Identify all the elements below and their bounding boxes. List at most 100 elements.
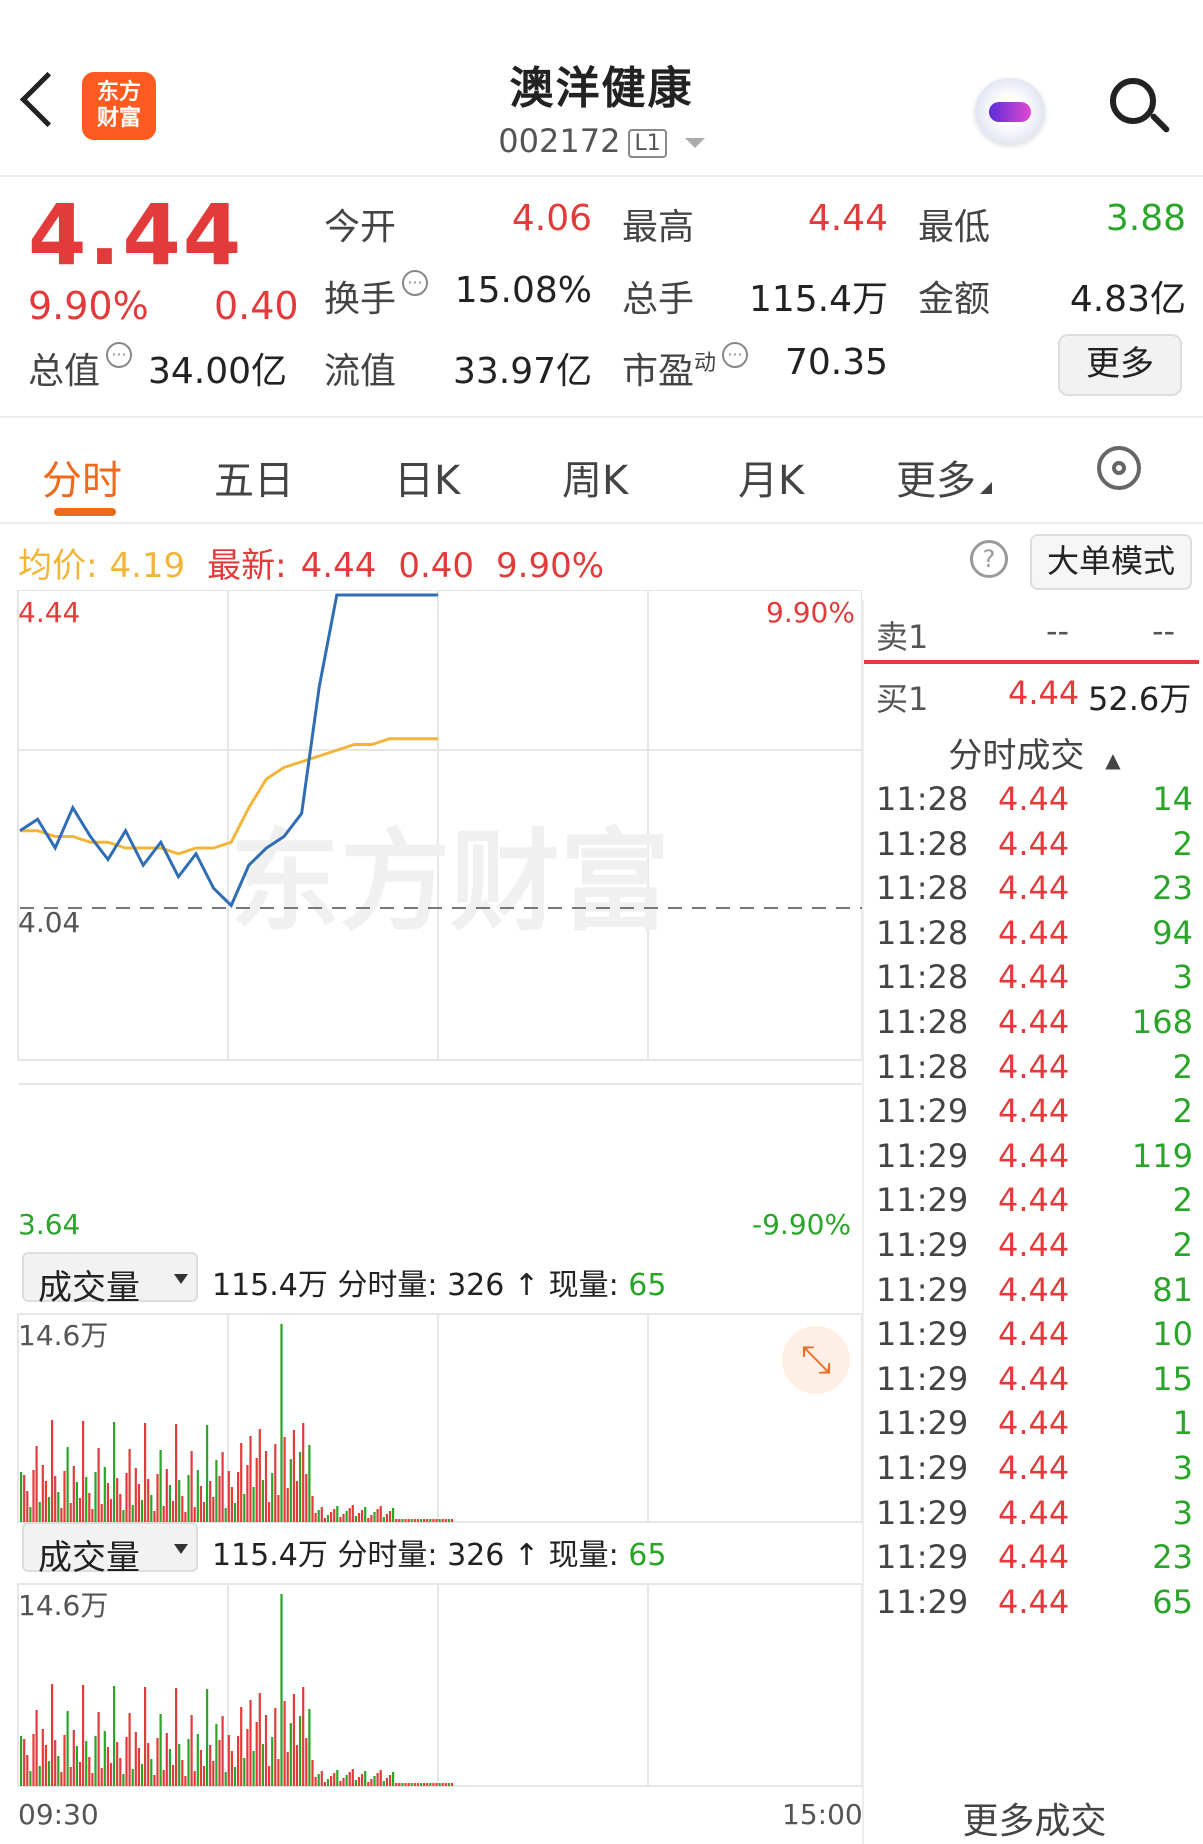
volume-bar	[348, 1508, 351, 1522]
volume-bar	[134, 1732, 137, 1786]
sell1-price: --	[1046, 612, 1070, 650]
info-icon[interactable]: ···	[722, 342, 749, 368]
volume-bar	[339, 1517, 342, 1522]
volume-bar	[271, 1737, 274, 1786]
volume-bar	[184, 1776, 187, 1786]
current-price: 4.44	[28, 186, 244, 284]
watermark: 东方财富	[230, 821, 670, 944]
amount-value: 4.83亿	[1069, 279, 1186, 320]
volume-bar	[57, 1756, 60, 1786]
volume-bar	[326, 1779, 330, 1786]
pe-label: 市盈动 ···	[622, 342, 749, 394]
volume-bar	[125, 1737, 128, 1786]
big-order-mode-button[interactable]: 大单模式	[1030, 534, 1192, 590]
volume-bar	[314, 1513, 317, 1522]
volume-bar	[280, 1324, 283, 1522]
volume-bar	[308, 1445, 311, 1522]
volume-bar	[140, 1764, 144, 1786]
volume-bar	[413, 1519, 416, 1522]
volume-bar	[261, 1744, 264, 1786]
more-button[interactable]: 更多	[1058, 334, 1182, 396]
trade-volume: 23	[1152, 869, 1193, 908]
volume-bar	[320, 1507, 323, 1522]
volume-bar	[252, 1487, 255, 1522]
volume-bar	[450, 1519, 454, 1522]
volume-bar	[370, 1779, 373, 1786]
volume-bar	[109, 1763, 113, 1786]
tab-week-k[interactable]: 周K	[562, 448, 628, 506]
indicator-selector[interactable]: 成交量	[22, 1522, 198, 1578]
trade-price: 4.44	[998, 1136, 1070, 1175]
more-trades-button[interactable]: 更多成交	[864, 1792, 1203, 1844]
volume-bar	[97, 1448, 100, 1522]
volume-bar	[240, 1707, 243, 1786]
volume-bar	[447, 1783, 450, 1786]
volume-bar	[283, 1437, 286, 1522]
volume-bar	[432, 1519, 435, 1522]
volume-bar	[147, 1743, 150, 1786]
volume-bar	[113, 1686, 116, 1786]
volume-bar	[128, 1713, 131, 1786]
volume-bar	[246, 1729, 249, 1786]
intraday-chart[interactable]: 东方财富	[0, 590, 862, 1844]
volume-bar	[190, 1715, 193, 1786]
trade-time: 11:29	[876, 1315, 969, 1354]
float-label: 流值	[324, 351, 397, 392]
volume-bar	[342, 1514, 345, 1522]
volume-bar	[441, 1783, 444, 1786]
trade-price: 4.44	[998, 1092, 1070, 1131]
volume-bar	[199, 1486, 202, 1522]
expand-icon[interactable]: ⤡	[782, 1326, 850, 1394]
volume-bar	[23, 1475, 26, 1522]
volume-bar	[419, 1519, 423, 1522]
info-icon[interactable]: ···	[106, 342, 133, 368]
volume-bar	[271, 1473, 274, 1522]
tab-fenshi[interactable]: 分时	[42, 448, 122, 506]
volume-bar	[47, 1497, 51, 1522]
turnover-value: 15.08%	[454, 270, 592, 311]
volume-bar	[218, 1476, 221, 1522]
volume-bar	[227, 1471, 230, 1522]
assistant-robot-icon[interactable]	[975, 78, 1045, 144]
volume-bar	[364, 1771, 367, 1786]
trade-price: 4.44	[998, 1270, 1070, 1309]
sell1-volume: --	[1152, 612, 1176, 650]
change-percent: 9.90%	[28, 284, 149, 328]
volume-bar	[175, 1688, 178, 1786]
trade-volume: 94	[1152, 913, 1193, 952]
tab-more[interactable]: 更多	[896, 448, 992, 506]
tab-five-day[interactable]: 五日	[214, 448, 294, 506]
volume-bar	[361, 1510, 364, 1522]
volume-bar	[224, 1508, 227, 1522]
info-icon[interactable]: ···	[402, 270, 429, 296]
chart-tabs: 分时 五日 日K 周K 月K 更多	[0, 418, 1203, 524]
volume-bar	[364, 1507, 367, 1522]
trade-volume: 119	[1131, 1136, 1193, 1175]
volume-bar	[75, 1482, 78, 1522]
volume-bar	[72, 1730, 75, 1786]
level-badge: L1	[628, 128, 667, 158]
help-icon[interactable]: ?	[970, 540, 1008, 578]
high-label: 最高	[622, 207, 695, 248]
trades-title[interactable]: 分时成交 ▲	[864, 728, 1203, 777]
volume-bar	[119, 1758, 122, 1786]
volume-bar	[171, 1765, 175, 1786]
gear-icon[interactable]	[1097, 446, 1141, 490]
tab-month-k[interactable]: 月K	[738, 448, 804, 506]
volume-bar	[268, 1766, 271, 1786]
search-icon[interactable]	[1110, 78, 1156, 124]
trade-price: 4.44	[998, 1582, 1070, 1621]
trade-row: 11:29 4.44 65	[864, 1583, 1203, 1635]
volume-bar	[382, 1781, 385, 1786]
tab-day-k[interactable]: 日K	[394, 448, 460, 506]
volume-bar	[47, 1761, 51, 1786]
volume-bar	[215, 1724, 218, 1786]
volume-bar	[317, 1774, 320, 1786]
chevron-down-icon[interactable]	[684, 138, 705, 148]
volume-bar	[336, 1770, 339, 1786]
volume-bar	[305, 1474, 308, 1522]
volume-bar	[395, 1519, 398, 1522]
volume-bar	[82, 1421, 85, 1522]
volume-bar	[38, 1766, 41, 1786]
indicator-selector[interactable]: 成交量	[22, 1252, 198, 1308]
